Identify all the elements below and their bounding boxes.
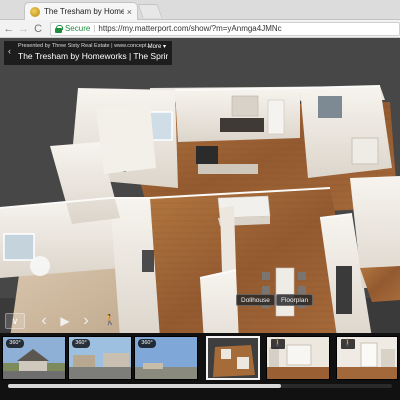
360-badge: 360° (6, 339, 24, 348)
highlight-reel: 360° 360° 360° 🚶 🚶 (0, 333, 400, 400)
matterport-favicon-icon (30, 6, 40, 17)
filmstrip-scrollbar[interactable] (8, 384, 392, 388)
more-button[interactable]: More ▾ (148, 43, 166, 50)
360-badge: 360° (138, 339, 156, 348)
walkthrough-icon[interactable]: 🚶 (102, 311, 118, 331)
dollhouse-label[interactable]: Dollhouse (236, 294, 275, 306)
browser-tab-bar: The Tresham by Homeworks × (0, 0, 400, 20)
thumbnail-interior-hall[interactable]: 🚶 (336, 336, 398, 380)
walk-badge-icon: 🚶 (271, 339, 285, 349)
new-tab-button[interactable] (137, 4, 163, 18)
next-icon[interactable]: › (78, 311, 94, 331)
browser-toolbar: ← → C Secure | https://my.matterport.com… (0, 20, 400, 38)
tour-controls: ∨ ‹ ▶ › 🚶 (0, 311, 140, 331)
presented-by-text: Presented by Three Sixty Real Estate | w… (18, 43, 152, 49)
tab-close-icon[interactable]: × (127, 7, 132, 17)
filmstrip-scroll-thumb[interactable] (8, 384, 281, 388)
listing-info-panel: ‹ Presented by Three Sixty Real Estate |… (4, 41, 172, 65)
listing-title: The Tresham by Homeworks | The Sprin... (18, 51, 168, 61)
floorplan-label[interactable]: Floorplan (276, 294, 314, 306)
walk-badge-icon: 🚶 (341, 339, 355, 349)
360-badge: 360° (72, 339, 90, 348)
browser-tab[interactable]: The Tresham by Homeworks × (24, 2, 138, 20)
thumbnail-dollhouse[interactable] (206, 336, 260, 380)
thumbnail-exterior-front[interactable]: 360° (2, 336, 66, 380)
tab-title: The Tresham by Homeworks (44, 7, 124, 16)
collapse-filmstrip-button[interactable]: ∨ (5, 313, 25, 329)
lock-icon (54, 24, 63, 33)
address-bar[interactable]: Secure | https://my.matterport.com/show/… (49, 21, 400, 36)
thumbnail-exterior-street[interactable]: 360° (68, 336, 132, 380)
matterport-viewer[interactable]: ‹ Presented by Three Sixty Real Estate |… (0, 38, 400, 400)
url-separator: | (93, 24, 96, 33)
secure-label: Secure (64, 24, 91, 33)
panel-back-icon[interactable]: ‹ (8, 46, 11, 56)
url-text: https://my.matterport.com/show/?m=yAnmga… (98, 24, 282, 33)
back-arrow-icon[interactable]: ← (3, 22, 15, 36)
forward-arrow-icon[interactable]: → (18, 22, 30, 36)
thumbnail-interior-living[interactable]: 🚶 (266, 336, 330, 380)
previous-icon[interactable]: ‹ (36, 311, 52, 331)
dollhouse-thumbnail-image (207, 337, 259, 379)
thumbnail-exterior-sky[interactable]: 360° (134, 336, 198, 380)
play-icon[interactable]: ▶ (57, 311, 73, 331)
reload-icon[interactable]: C (32, 22, 44, 36)
